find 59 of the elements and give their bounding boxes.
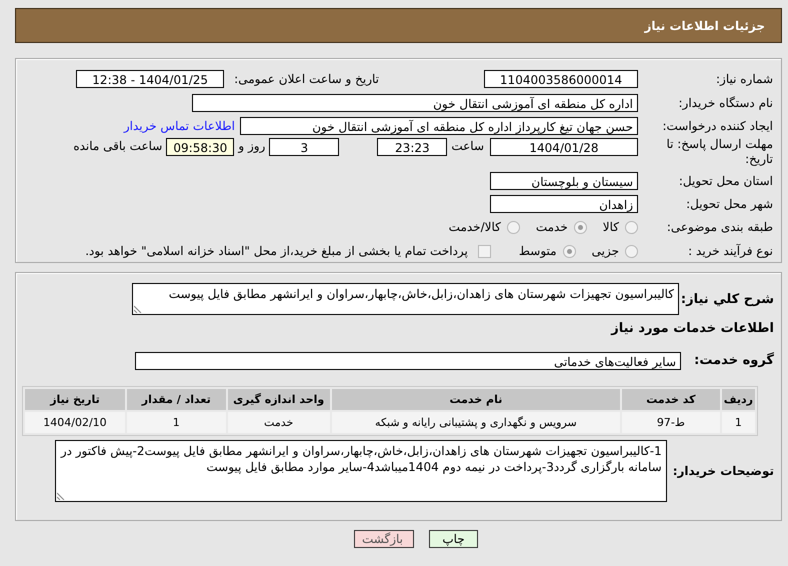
radio-label: کالا/خدمت [448, 220, 501, 234]
checkbox-label: پرداخت تمام یا بخشی از مبلغ خرید،از محل "اسناد خزانه اسلامی" خواهد بود. [85, 244, 468, 258]
radio-button[interactable] [574, 220, 587, 234]
field-label: شماره نیاز: [715, 72, 774, 86]
text-field[interactable]: 09:58:30 [166, 138, 234, 156]
text-field[interactable]: 23:23 [377, 138, 448, 156]
column-header: کد خدمت [622, 389, 720, 410]
radio-label: جزیی [592, 244, 619, 258]
column-header: تاریخ نیاز [25, 389, 125, 410]
field-label: توضیحات خریدار: [672, 464, 774, 478]
back-button[interactable]: بازگشت [354, 530, 414, 548]
resize-grip-icon[interactable] [56, 492, 65, 500]
text-field[interactable]: زاهدان [490, 194, 638, 212]
field-label: تاریخ و ساعت اعلان عمومی: [234, 72, 379, 86]
radio-label: کالا [602, 220, 619, 234]
table-cell: سرویس و نگهداری و پشتیبانی رایانه و شبکه [332, 412, 620, 433]
field-label: ساعت [451, 139, 484, 153]
column-header: تعداد / مقدار [126, 389, 226, 410]
resize-grip-icon[interactable] [134, 305, 142, 313]
contact-link[interactable]: اطلاعات تماس خریدار [124, 118, 235, 132]
column-header: واحد اندازه گیری [228, 389, 330, 410]
field-label: نام دستگاه خریدار: [678, 96, 774, 110]
print-button[interactable]: چاپ [429, 530, 478, 548]
text-field[interactable]: حسن جهان تیغ کارپرداز اداره کل منطقه ای آموزشی انتقال خون [240, 116, 638, 134]
text-field[interactable]: سایر فعالیت‌های خدماتی [135, 352, 681, 370]
radio-button[interactable] [562, 244, 576, 258]
field-label: نوع فرآیند خرید : [687, 244, 774, 258]
page-title: جزئیات اطلاعات نیاز [644, 18, 765, 32]
section-heading: اطلاعات خدمات مورد نیاز [611, 321, 774, 336]
field-label: شهر محل تحویل: [685, 196, 774, 210]
radio-button[interactable] [506, 220, 520, 234]
radio-label: خدمت [536, 220, 568, 234]
field-label: استان محل تحویل: [678, 174, 774, 188]
field-label: گروه خدمت: [693, 353, 774, 368]
table-cell: 1 [722, 412, 755, 433]
text-field[interactable]: 1404/01/28 [490, 138, 638, 156]
text-field[interactable]: 1104003586000014 [484, 70, 638, 88]
radio-button[interactable] [625, 244, 638, 258]
notes-field[interactable]: 1-کالیبراسیون تجهیزات شهرستان های زاهدان،زابل،خاش،چابهار،سراوان و ایرانشهر مطابق فایل پیوست2-پیش فاکتور در سامانه بارگزاری گردد3-پرداخت در نیمه دوم 1404میباشد4-سایر موارد مطابق فایل پیوست [54, 440, 667, 502]
text-field[interactable]: سیستان و بلوچستان [490, 172, 638, 190]
table-cell: 1 [126, 412, 226, 433]
field-label: ایجاد کننده درخواست: [661, 118, 774, 132]
table-cell: خدمت [228, 412, 330, 433]
column-header: ردیف [722, 389, 755, 410]
field-label: شرح کلي نیاز: [680, 292, 774, 306]
text-field[interactable]: اداره کل منطقه ای آموزشی انتقال خون [192, 94, 638, 112]
checkbox[interactable] [478, 244, 491, 258]
text-field[interactable]: 3 [269, 138, 340, 156]
text-field[interactable]: 1404/01/25 - 12:38 [76, 70, 224, 88]
radio-button[interactable] [625, 220, 638, 234]
table-cell: ط-97 [622, 412, 720, 433]
field-label: روز و [238, 139, 266, 153]
description-field[interactable]: کالیبراسیون تجهیزات شهرستان های زاهدان،زابل،خاش،چابهار،سراوان و ایرانشهر مطابق فایل پیوست [132, 283, 679, 315]
table-cell: 1404/02/10 [25, 412, 125, 433]
field-label: ساعت باقی مانده [73, 139, 162, 153]
field-label: مهلت ارسال پاسخ: تا تاریخ: [665, 137, 774, 167]
field-label: طبقه بندی موضوعی: [666, 220, 774, 234]
radio-label: متوسط [518, 244, 557, 258]
column-header: نام خدمت [332, 389, 620, 410]
